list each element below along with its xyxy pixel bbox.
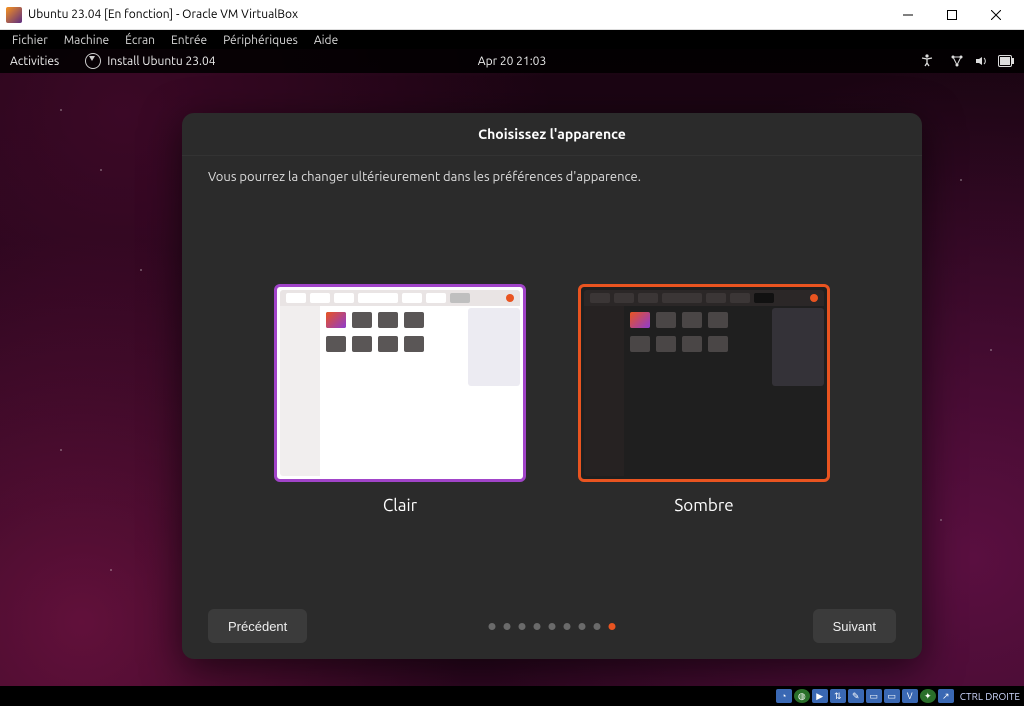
volume-icon bbox=[974, 54, 988, 68]
vbox-shared-folder-icon[interactable]: ✎ bbox=[848, 689, 864, 703]
window-minimize-button[interactable] bbox=[886, 1, 930, 29]
battery-icon bbox=[998, 55, 1014, 67]
install-ubuntu-label: Install Ubuntu 23.04 bbox=[107, 55, 215, 68]
vbox-hostkey-label: CTRL DROITE bbox=[960, 691, 1020, 702]
theme-option-light[interactable]: Clair bbox=[274, 284, 526, 515]
installer-title: Choisissez l'apparence bbox=[182, 113, 922, 156]
gnome-topbar: Activities Install Ubuntu 23.04 Apr 20 2… bbox=[0, 49, 1024, 73]
vbox-usb-icon[interactable]: ⇅ bbox=[830, 689, 846, 703]
accessibility-icon[interactable] bbox=[920, 53, 934, 70]
clock[interactable]: Apr 20 21:03 bbox=[478, 55, 546, 68]
vbox-menu-item[interactable]: Entrée bbox=[165, 32, 213, 49]
guest-display: Activities Install Ubuntu 23.04 Apr 20 2… bbox=[0, 49, 1024, 686]
window-maximize-button[interactable] bbox=[930, 1, 974, 29]
theme-options: Clair bbox=[182, 284, 922, 515]
vbox-menu-item[interactable]: Périphériques bbox=[217, 32, 304, 49]
vbox-menu-item[interactable]: Écran bbox=[119, 32, 161, 49]
step-indicator bbox=[489, 623, 616, 630]
next-button[interactable]: Suivant bbox=[813, 609, 896, 643]
theme-preview-light bbox=[274, 284, 526, 482]
theme-option-label: Sombre bbox=[674, 496, 733, 515]
vbox-audio-icon[interactable]: ▶ bbox=[812, 689, 828, 703]
back-button[interactable]: Précédent bbox=[208, 609, 307, 643]
vbox-recording-icon[interactable]: ▭ bbox=[884, 689, 900, 703]
vbox-guest-additions-icon[interactable]: ✦ bbox=[920, 689, 936, 703]
installer-dialog: Choisissez l'apparence Vous pourrez la c… bbox=[182, 113, 922, 659]
vbox-menubar: Fichier Machine Écran Entrée Périphériqu… bbox=[0, 30, 1024, 50]
vbox-statusbar: ◔ ◍ ▶ ⇅ ✎ ▭ ▭ V ✦ ↗ CTRL DROITE bbox=[772, 686, 1024, 706]
installer-subtitle: Vous pourrez la changer ultérieurement d… bbox=[208, 170, 896, 184]
system-tray[interactable] bbox=[950, 54, 1014, 68]
vbox-hdd-icon[interactable]: ◔ bbox=[776, 689, 792, 703]
vbox-titlebar: Ubuntu 23.04 [En fonction] - Oracle VM V… bbox=[0, 0, 1024, 30]
activities-button[interactable]: Activities bbox=[10, 55, 59, 68]
network-icon bbox=[950, 54, 964, 68]
vbox-network-icon[interactable]: ◍ bbox=[794, 689, 810, 703]
vbox-title-text: Ubuntu 23.04 [En fonction] - Oracle VM V… bbox=[28, 8, 298, 21]
vbox-menu-item[interactable]: Fichier bbox=[6, 32, 54, 49]
vbox-display-icon[interactable]: ▭ bbox=[866, 689, 882, 703]
theme-preview-dark bbox=[578, 284, 830, 482]
vbox-clipboard-icon[interactable]: V bbox=[902, 689, 918, 703]
vbox-menu-item[interactable]: Machine bbox=[58, 32, 115, 49]
theme-option-dark[interactable]: Sombre bbox=[578, 284, 830, 515]
vbox-menu-item[interactable]: Aide bbox=[308, 32, 344, 49]
virtualbox-icon bbox=[6, 7, 22, 23]
window-close-button[interactable] bbox=[974, 1, 1018, 29]
installer-footer: Précédent Suivant bbox=[182, 593, 922, 659]
vbox-mouse-icon[interactable]: ↗ bbox=[938, 689, 954, 703]
theme-option-label: Clair bbox=[383, 496, 417, 515]
download-icon bbox=[85, 53, 101, 69]
install-ubuntu-indicator[interactable]: Install Ubuntu 23.04 bbox=[85, 53, 215, 69]
